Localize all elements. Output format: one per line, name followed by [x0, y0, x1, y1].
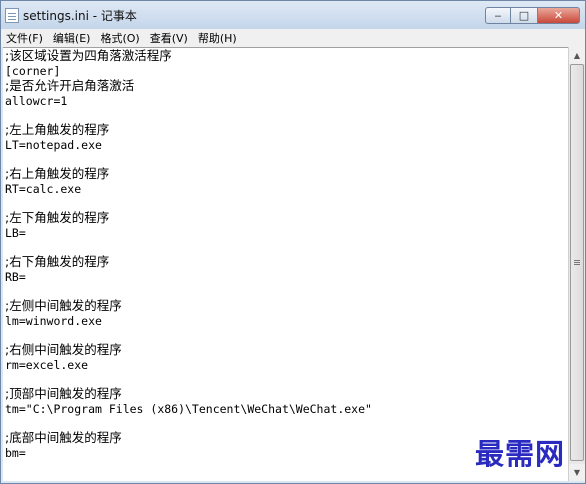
minimize-button[interactable]: ‒	[485, 7, 511, 24]
editor-line: ;右下角触发的程序	[5, 254, 110, 269]
editor-line: ;右上角触发的程序	[5, 166, 110, 181]
menu-file[interactable]: 文件(F)	[1, 30, 48, 46]
menu-edit[interactable]: 编辑(E)	[48, 30, 96, 46]
maximize-button[interactable]: □	[511, 7, 537, 24]
editor-line: ;左侧中间触发的程序	[5, 298, 122, 313]
menu-format[interactable]: 格式(O)	[95, 30, 144, 46]
editor-line: ;是否允许开启角落激活	[5, 78, 135, 93]
editor-line: RB=	[5, 270, 26, 284]
menu-bar: 文件(F) 编辑(E) 格式(O) 查看(V) 帮助(H)	[1, 29, 585, 47]
arrow-down-icon: ▼	[573, 468, 581, 477]
watermark: 最需网	[475, 437, 566, 471]
menu-help[interactable]: 帮助(H)	[193, 30, 242, 46]
vertical-scrollbar[interactable]: ▲ ▼	[568, 47, 585, 481]
editor-line: [corner]	[5, 64, 61, 78]
grip-icon	[574, 262, 580, 263]
window-title: settings.ini - 记事本	[23, 8, 137, 23]
editor-line: LB=	[5, 226, 26, 240]
notepad-window: settings.ini - 记事本 ‒ □ ✕ 文件(F) 编辑(E) 格式(…	[0, 0, 586, 484]
menu-view[interactable]: 查看(V)	[145, 30, 193, 46]
arrow-up-icon: ▲	[573, 51, 581, 60]
maximize-icon: □	[518, 9, 530, 22]
editor-line: ;左上角触发的程序	[5, 122, 110, 137]
editor-line: ;左下角触发的程序	[5, 210, 110, 225]
caption-buttons: ‒ □ ✕	[485, 7, 580, 24]
editor-line: ;底部中间触发的程序	[5, 430, 122, 445]
editor-line: LT=notepad.exe	[5, 138, 102, 152]
minimize-icon: ‒	[494, 9, 502, 22]
editor-line: allowcr=1	[5, 94, 68, 108]
text-editor[interactable]: ;该区域设置为四角落激活程序 [corner] ;是否允许开启角落激活 allo…	[3, 47, 568, 481]
editor-line: ;顶部中间触发的程序	[5, 386, 122, 401]
editor-line: tm="C:\Program Files (x86)\Tencent\WeCha…	[5, 402, 372, 416]
editor-line: lm=winword.exe	[5, 314, 102, 328]
editor-line: rm=excel.exe	[5, 358, 89, 372]
close-button[interactable]: ✕	[537, 7, 580, 24]
title-bar[interactable]: settings.ini - 记事本 ‒ □ ✕	[1, 1, 585, 29]
notepad-icon[interactable]	[5, 7, 19, 23]
scroll-thumb[interactable]	[570, 64, 584, 461]
scroll-up-button[interactable]: ▲	[569, 47, 585, 64]
editor-line: ;右侧中间触发的程序	[5, 342, 122, 357]
editor-line: RT=calc.exe	[5, 182, 82, 196]
editor-line: ;该区域设置为四角落激活程序	[5, 48, 172, 63]
close-icon: ✕	[553, 9, 564, 22]
scroll-down-button[interactable]: ▼	[569, 464, 585, 481]
editor-line: bm=	[5, 446, 26, 460]
